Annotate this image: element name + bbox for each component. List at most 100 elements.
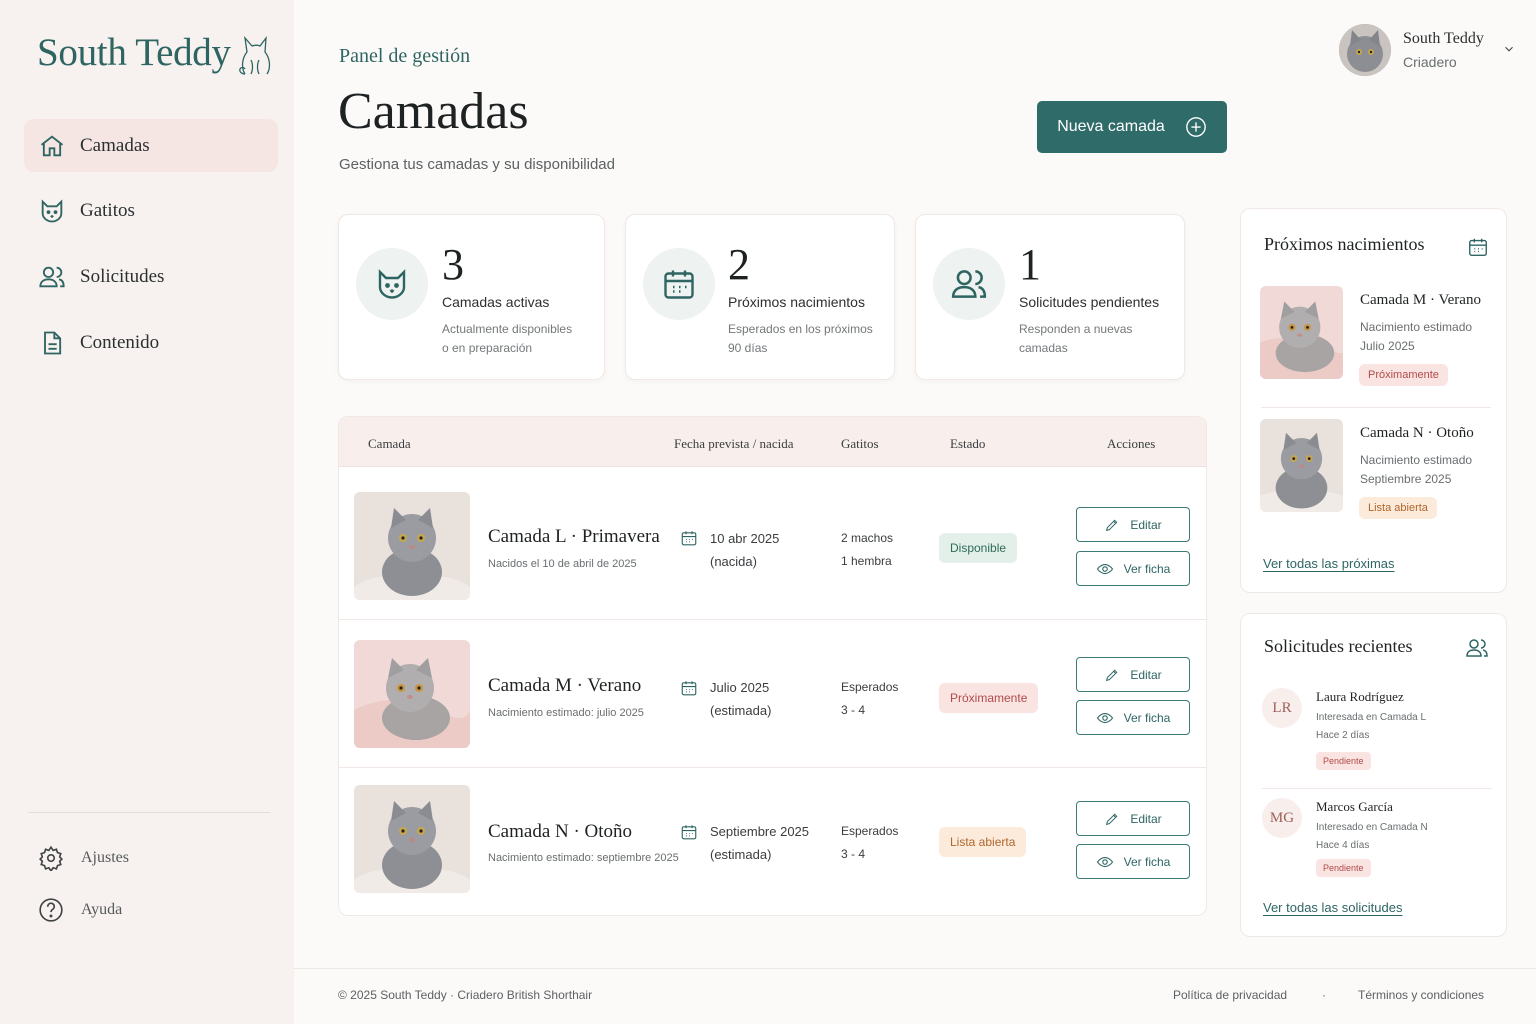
litters-table: Camada Fecha prevista / nacida Gatitos E… [338, 416, 1207, 916]
plus-circle-icon [1185, 116, 1207, 138]
panel-title: Próximos nacimientos [1264, 234, 1425, 254]
edit-button[interactable]: Editar [1076, 507, 1190, 542]
table-row: Camada L · Primavera Nacidos el 10 de ab… [339, 468, 1206, 620]
cat-logo-icon [237, 30, 273, 76]
litter-kittens: 2 machos 1 hembra [841, 531, 894, 568]
sidebar: South Teddy Camadas Gatitos Solicitudes … [0, 0, 294, 1024]
view-button[interactable]: Ver ficha [1076, 551, 1190, 586]
view-all-requests-link[interactable]: Ver todas las solicitudes [1263, 900, 1402, 915]
litter-thumbnail [1260, 286, 1343, 379]
litter-photo [354, 492, 470, 600]
view-label: Ver ficha [1123, 854, 1171, 869]
litter-photo [354, 640, 470, 748]
litter-name: Camada N · Otoño [488, 821, 633, 842]
status-badge: Lista abierta [939, 827, 1027, 857]
column-header-date[interactable]: Fecha prevista / nacida [674, 436, 793, 452]
request-name: Laura Rodríguez [1316, 689, 1404, 704]
litter-name: Camada M · Verano [488, 675, 642, 696]
upcoming-births-panel: Próximos nacimientos Camada M · Verano N… [1240, 208, 1507, 593]
litter-photo [354, 785, 470, 893]
footer-separator: · [1322, 988, 1326, 1002]
status-badge: Próximamente [1359, 364, 1448, 386]
sidebar-item-camadas[interactable]: Camadas [24, 119, 278, 172]
user-role: Criadero [1403, 54, 1457, 70]
table-row: Camada M · Verano Nacimiento estimado: j… [339, 620, 1206, 768]
sidebar-item-gatitos[interactable]: Gatitos [24, 184, 278, 237]
new-litter-button[interactable]: Nueva camada [1037, 101, 1227, 153]
upcoming-item[interactable]: Camada N · Otoño Nacimiento estimado Sept… [1260, 419, 1492, 519]
stat-description: Responden a nuevas camadas [1019, 322, 1133, 355]
stat-value: 1 [1019, 240, 1041, 289]
status-badge: Disponible [939, 533, 1018, 563]
stat-card-upcoming: 2 Próximos nacimientos Esperados en los … [625, 214, 895, 380]
page-eyebrow: Panel de gestión [339, 45, 471, 67]
litter-date: Julio 2025 (estimada) [710, 680, 772, 718]
request-detail: Interesado en Camada N Hace 4 días [1316, 822, 1428, 851]
request-avatar: LR [1262, 688, 1302, 728]
table-row: Camada N · Otoño Nacimiento estimado: se… [339, 768, 1206, 916]
status-badge: Pendiente [1316, 752, 1371, 770]
footer-copyright: © 2025 South Teddy · Criadero British Sh… [338, 988, 593, 1002]
stat-value: 3 [442, 240, 464, 289]
calendar-icon [643, 248, 715, 320]
litter-name: Camada L · Primavera [488, 526, 660, 547]
eye-icon [1096, 853, 1114, 871]
divider [1262, 788, 1492, 789]
home-icon [38, 132, 66, 160]
litter-thumbnail [1260, 419, 1343, 512]
sidebar-item-label: Contenido [80, 331, 160, 353]
status-badge: Próximamente [939, 683, 1039, 713]
sidebar-item-contenido[interactable]: Contenido [24, 316, 278, 369]
sidebar-item-ajustes[interactable]: Ajustes [38, 845, 129, 871]
request-item[interactable]: MG Marcos García Interesado en Camada NH… [1262, 798, 1494, 888]
request-item[interactable]: LR Laura Rodríguez Interesada en Camada … [1262, 688, 1494, 778]
cat-icon [356, 248, 428, 320]
column-header-status[interactable]: Estado [950, 436, 985, 452]
user-menu[interactable]: South Teddy Criadero [1339, 24, 1516, 76]
pencil-icon [1104, 811, 1120, 827]
stat-label: Próximos nacimientos [728, 294, 865, 310]
request-avatar: MG [1262, 798, 1302, 838]
page-title: Camadas [338, 83, 529, 140]
footer-divider [294, 968, 1536, 969]
users-icon [933, 248, 1005, 320]
brand-logo[interactable]: South Teddy [37, 30, 273, 76]
edit-button[interactable]: Editar [1076, 801, 1190, 836]
litter-date: 10 abr 2025 (nacida) [710, 531, 780, 569]
sidebar-item-ayuda[interactable]: Ayuda [38, 897, 122, 923]
terms-link[interactable]: Términos y condiciones [1358, 988, 1484, 1002]
litter-date: Septiembre 2025 (estimada) [710, 824, 810, 862]
view-button[interactable]: Ver ficha [1076, 700, 1190, 735]
stat-label: Solicitudes pendientes [1019, 294, 1160, 310]
edit-button[interactable]: Editar [1076, 657, 1190, 692]
page-subtitle: Gestiona tus camadas y su disponibilidad [339, 156, 615, 173]
sidebar-item-label: Ayuda [81, 901, 123, 918]
recent-requests-panel: Solicitudes recientes LR Laura Rodríguez… [1240, 613, 1507, 937]
sidebar-item-solicitudes[interactable]: Solicitudes [24, 250, 278, 303]
eye-icon [1096, 709, 1114, 727]
litter-subtitle: Nacimiento estimado: septiembre 2025 [488, 852, 679, 864]
table-header: Camada Fecha prevista / nacida Gatitos E… [339, 417, 1206, 467]
brand-name: South Teddy [37, 31, 231, 74]
gear-icon [38, 845, 64, 871]
sidebar-item-label: Camadas [80, 134, 150, 156]
view-all-upcoming-link[interactable]: Ver todas las próximas [1263, 556, 1395, 571]
sidebar-divider [28, 812, 270, 813]
privacy-link[interactable]: Política de privacidad [1173, 988, 1287, 1002]
upcoming-name: Camada M · Verano [1360, 292, 1481, 308]
avatar [1339, 24, 1391, 76]
edit-label: Editar [1130, 517, 1162, 532]
document-icon [38, 329, 66, 357]
status-badge: Lista abierta [1359, 497, 1437, 519]
upcoming-name: Camada N · Otoño [1360, 425, 1474, 441]
users-icon [38, 263, 66, 291]
upcoming-item[interactable]: Camada M · Verano Nacimiento estimado Jul… [1260, 286, 1492, 386]
cat-icon [38, 197, 66, 225]
sidebar-item-label: Gatitos [80, 199, 135, 221]
pencil-icon [1104, 517, 1120, 533]
edit-label: Editar [1130, 667, 1162, 682]
column-header-litter[interactable]: Camada [368, 436, 411, 452]
view-label: Ver ficha [1123, 561, 1171, 576]
view-button[interactable]: Ver ficha [1076, 844, 1190, 879]
column-header-kittens[interactable]: Gatitos [841, 436, 879, 452]
